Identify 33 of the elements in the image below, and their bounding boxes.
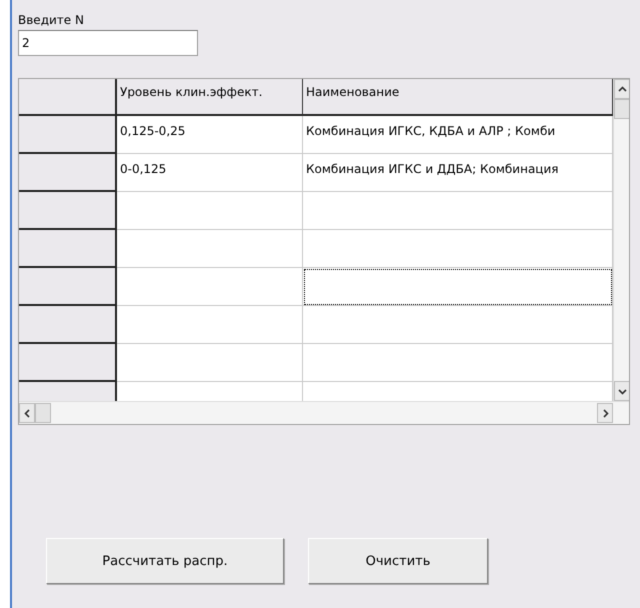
input-field[interactable]: 2 (18, 30, 198, 56)
table-cell[interactable] (117, 344, 303, 382)
clear-button[interactable]: Очистить (308, 538, 488, 584)
row-header[interactable] (19, 230, 117, 268)
table-cell[interactable] (117, 192, 303, 230)
scroll-right-button[interactable] (597, 403, 613, 423)
row-header[interactable] (19, 116, 117, 154)
scroll-up-button[interactable] (614, 79, 629, 99)
scroll-left-button[interactable] (19, 403, 35, 423)
row-header[interactable] (19, 306, 117, 344)
row-header[interactable] (19, 344, 117, 382)
scroll-thumb[interactable] (614, 99, 629, 119)
calculate-button[interactable]: Рассчитать распр. (46, 538, 284, 584)
table-cell[interactable] (117, 306, 303, 344)
table-cell[interactable] (303, 306, 613, 344)
field-label: Введите N (18, 12, 85, 29)
table-cell[interactable]: Комбинация ИГКС, КДБА и АЛР ; Комби (303, 116, 613, 154)
table-cell[interactable] (303, 268, 613, 306)
table-cell[interactable]: 0-0,125 (117, 154, 303, 192)
table-cell[interactable] (303, 192, 613, 230)
row-header[interactable] (19, 192, 117, 230)
table-cell[interactable] (303, 230, 613, 268)
table-cell[interactable] (303, 344, 613, 382)
row-header[interactable] (19, 268, 117, 306)
scroll-down-button[interactable] (614, 381, 629, 401)
row-header[interactable] (19, 154, 117, 192)
table-cell[interactable]: 0,125-0,25 (117, 116, 303, 154)
column-header[interactable]: Наименование (303, 79, 613, 116)
table-cell[interactable] (117, 230, 303, 268)
column-header[interactable]: Уровень клин.эффект. (117, 79, 303, 116)
scroll-thumb[interactable] (35, 403, 51, 423)
table-cell[interactable]: Комбинация ИГКС и ДДБА; Комбинация (303, 154, 613, 192)
table-cell[interactable] (117, 268, 303, 306)
